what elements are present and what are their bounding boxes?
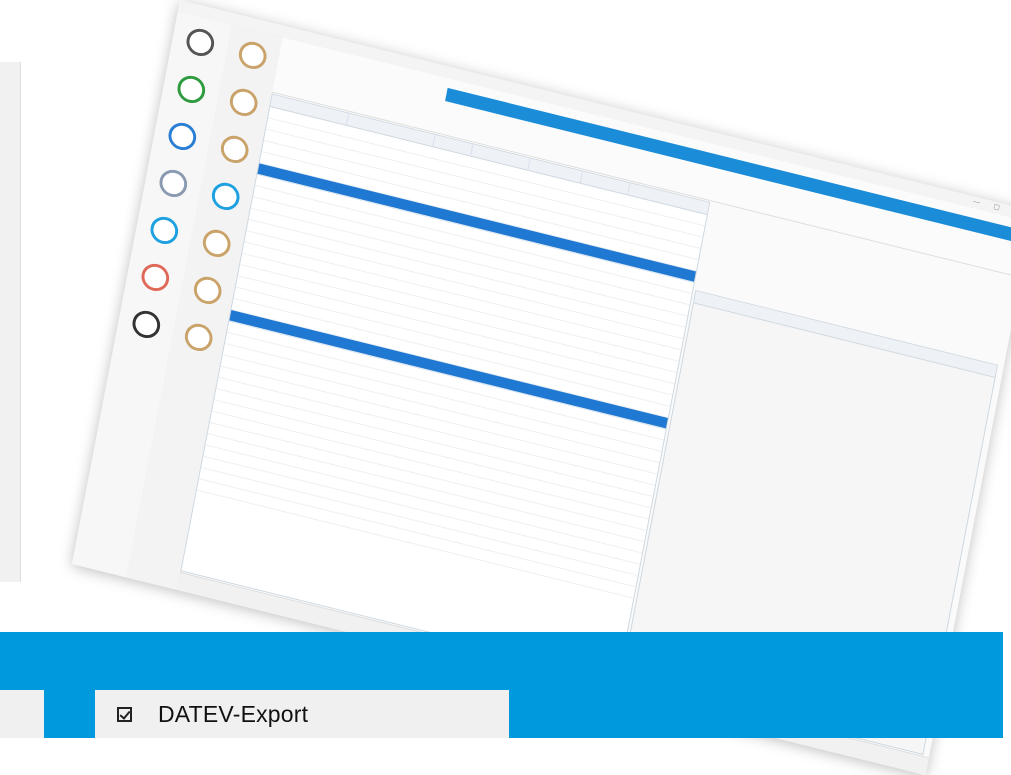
circle-icon: [209, 179, 242, 213]
left-content-panel: [0, 62, 21, 582]
folder-icon: [182, 320, 215, 354]
detail-header: [693, 291, 997, 378]
circle-icon: [148, 213, 181, 247]
folder-icon: [218, 132, 251, 166]
folder-icon: [200, 226, 233, 260]
contacts-icon: [175, 72, 208, 106]
folder-icon: [236, 38, 269, 72]
list-icon: [157, 166, 190, 200]
checkbox-checked-icon: [117, 706, 132, 722]
folder-icon: [191, 273, 224, 307]
feature-card-datev-export: DATEV-Export: [95, 690, 509, 738]
document-icon: [139, 260, 172, 294]
money-icon: [184, 25, 217, 59]
folder-icon: [227, 85, 260, 119]
upload-icon: [166, 119, 199, 153]
feature-card-left: [0, 690, 44, 738]
tools-icon: [130, 307, 163, 341]
feature-label: DATEV-Export: [158, 700, 309, 727]
